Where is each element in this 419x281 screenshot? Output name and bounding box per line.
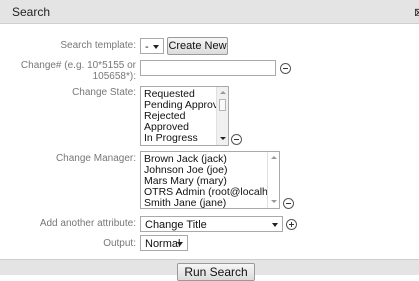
remove-attribute-icon[interactable]	[231, 134, 242, 145]
change-state-label: Change State:	[72, 87, 136, 98]
add-attribute-label: Add another attribute:	[39, 218, 136, 229]
list-item[interactable]: Smith Jane (jane)	[144, 197, 226, 208]
search-template-value: -	[145, 41, 149, 53]
scroll-up-icon[interactable]	[220, 91, 226, 94]
add-attribute-icon[interactable]	[286, 219, 297, 230]
close-icon[interactable]: ⊠	[414, 6, 419, 16]
add-attribute-value: Change Title	[145, 219, 207, 231]
dialog-title: Search	[12, 5, 51, 19]
remove-attribute-icon[interactable]	[280, 63, 291, 74]
scrollbar[interactable]	[267, 152, 279, 208]
change-state-listbox[interactable]: Requested Pending Approval Rejected Appr…	[140, 86, 229, 146]
dialog-footer: Run Search	[0, 259, 419, 281]
scroll-down-icon[interactable]	[220, 137, 226, 140]
change-manager-label: Change Manager:	[55, 153, 136, 164]
run-search-button[interactable]: Run Search	[177, 263, 255, 281]
add-attribute-select[interactable]: Change Title	[140, 216, 283, 232]
search-template-label: Search template:	[60, 40, 136, 51]
change-number-label-line1: Change# (e.g. 10*5155 or	[20, 60, 136, 71]
change-manager-listbox[interactable]: Brown Jack (jack) Johnson Joe (joe) Mars…	[140, 151, 280, 209]
remove-attribute-icon[interactable]	[283, 198, 294, 209]
output-label: Output:	[103, 238, 136, 249]
scrollbar-thumb[interactable]	[219, 99, 226, 111]
change-number-label: Change# (e.g. 10*5155 or 105658*):	[21, 60, 136, 82]
scroll-up-icon[interactable]	[271, 156, 277, 159]
scroll-down-icon[interactable]	[271, 200, 277, 203]
list-item[interactable]: In Progress	[144, 132, 198, 144]
output-select[interactable]: Normal	[140, 235, 188, 251]
chevron-down-icon	[153, 45, 159, 49]
scrollbar[interactable]	[216, 87, 228, 145]
dialog-title-bar: Search ⊠	[0, 0, 419, 24]
chevron-down-icon	[177, 242, 183, 246]
change-number-input[interactable]	[140, 60, 276, 76]
change-number-label-line2: 105658*):	[92, 71, 136, 82]
chevron-down-icon	[272, 223, 278, 227]
create-new-button[interactable]: Create New	[167, 37, 228, 55]
output-value: Normal	[145, 238, 181, 250]
search-template-select[interactable]: -	[140, 38, 164, 54]
